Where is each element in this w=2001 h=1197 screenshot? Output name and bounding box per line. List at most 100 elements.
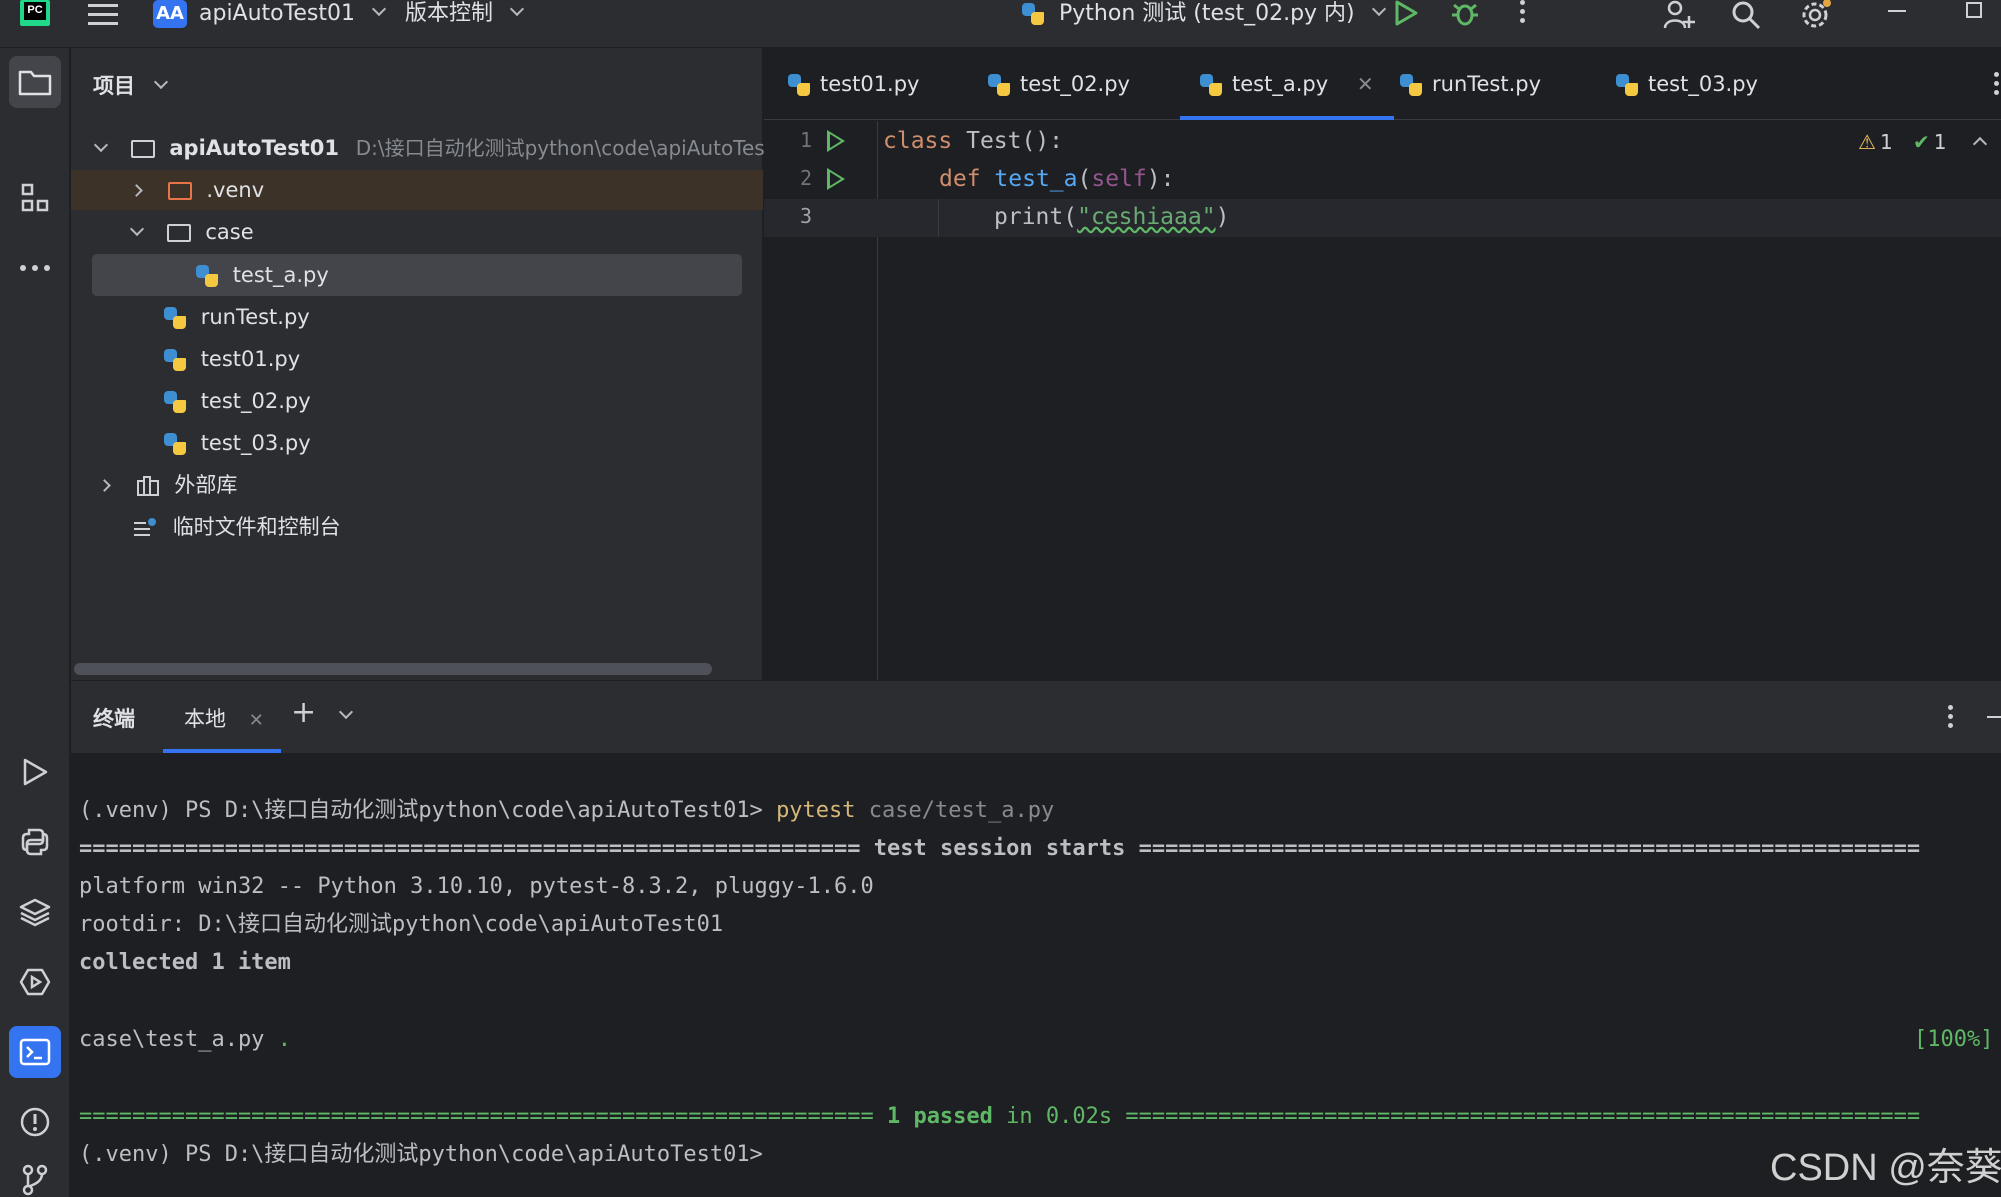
run-outline-icon	[23, 758, 48, 786]
services-icon	[19, 968, 51, 996]
tree-item-test02[interactable]: test_02.py	[164, 381, 311, 421]
python-file-icon	[788, 74, 810, 96]
run-gutter-icon[interactable]	[827, 130, 845, 152]
code-line-1[interactable]: class Test():	[883, 122, 1063, 160]
tab-test-a[interactable]: test_a.py ✕	[1180, 48, 1394, 120]
python-console-button[interactable]	[9, 816, 61, 868]
run-tool-button[interactable]	[9, 746, 61, 798]
python-console-icon	[21, 828, 49, 856]
tree-item-test01[interactable]: test01.py	[164, 339, 300, 379]
terminal-line-command: (.venv) PS D:\接口自动化测试python\code\apiAuto…	[79, 798, 1055, 823]
watermark: CSDN @奈葵	[1770, 1147, 2001, 1189]
line-number: 2	[800, 166, 813, 190]
python-file-icon	[1400, 74, 1422, 96]
terminal-title: 终端	[93, 707, 135, 731]
python-file-icon	[164, 349, 186, 371]
inspection-widget[interactable]: ⚠ 1 ✔ 1	[1858, 130, 1987, 154]
tree-item-venv[interactable]: .venv	[130, 170, 264, 210]
chevron-down-icon	[154, 74, 169, 90]
chevron-down-icon	[371, 1, 387, 17]
minimize-button[interactable]	[1888, 10, 1906, 12]
terminal-line-prompt: (.venv) PS D:\接口自动化测试python\code\apiAuto…	[79, 1142, 763, 1167]
tree-item-external-libs[interactable]: 外部库	[98, 465, 237, 505]
scratches-icon	[134, 518, 156, 536]
maximize-button[interactable]	[1966, 2, 1982, 18]
structure-tool-button[interactable]	[9, 172, 61, 224]
tab-runtest[interactable]: runTest.py	[1400, 48, 1541, 120]
terminal-icon	[19, 1038, 51, 1066]
hide-panel-button[interactable]	[1987, 716, 2001, 718]
terminal-options-icon[interactable]	[1948, 705, 1953, 729]
problems-tool-button[interactable]	[9, 1096, 61, 1148]
main-menu-icon[interactable]	[88, 2, 118, 26]
python-file-icon	[164, 433, 186, 455]
python-file-icon	[1616, 74, 1638, 96]
more-tools-button[interactable]	[9, 242, 61, 294]
python-icon	[1022, 3, 1044, 25]
project-selector[interactable]: apiAutoTest01	[199, 0, 387, 28]
close-tab-icon[interactable]: ✕	[1357, 72, 1374, 96]
project-tool-button[interactable]	[9, 56, 61, 108]
tree-item-test03[interactable]: test_03.py	[164, 423, 311, 463]
run-gutter-icon[interactable]	[827, 168, 845, 190]
chevron-down-icon	[509, 1, 525, 17]
code-line-2[interactable]: def test_a(self):	[939, 160, 1174, 198]
project-panel-header[interactable]: 项目	[93, 70, 169, 100]
problems-icon	[20, 1107, 50, 1137]
project-badge[interactable]: AA	[153, 0, 187, 28]
tab-overflow-icon[interactable]	[1994, 72, 1999, 96]
tree-item-scratches[interactable]: 临时文件和控制台	[132, 507, 341, 547]
warning-icon: ⚠	[1858, 130, 1876, 154]
new-terminal-icon[interactable]: +	[291, 695, 316, 730]
add-user-icon[interactable]	[1663, 0, 1695, 30]
services-tool-button[interactable]	[9, 956, 61, 1008]
current-line-highlight	[764, 199, 2001, 237]
tree-item-test-a[interactable]: test_a.py	[196, 255, 329, 295]
pycharm-logo-icon: PC	[20, 0, 50, 26]
tab-local-underline	[163, 749, 281, 753]
editor-tab-bar: test01.py test_02.py test_a.py ✕ runTest…	[764, 48, 2001, 120]
indent-guide	[938, 199, 939, 237]
folder-icon	[18, 70, 52, 96]
layers-icon	[19, 898, 51, 927]
search-icon[interactable]	[1731, 0, 1761, 30]
tree-item-case[interactable]: case	[129, 212, 254, 252]
folder-icon	[130, 140, 155, 158]
tab-local[interactable]: 本地 ✕	[184, 703, 264, 733]
git-tool-button[interactable]	[9, 1154, 61, 1197]
more-horizontal-icon	[20, 265, 50, 271]
tree-item-root[interactable]: apiAutoTest01 D:\接口自动化测试python\code\apiA…	[93, 128, 773, 168]
code-line-3[interactable]: print("ceshiaaa")	[994, 198, 1229, 236]
chevron-down-icon[interactable]	[338, 704, 354, 720]
line-number: 1	[800, 128, 813, 152]
tab-test02[interactable]: test_02.py	[988, 48, 1130, 120]
close-tab-icon[interactable]: ✕	[249, 710, 264, 731]
settings-gear-icon[interactable]	[1800, 0, 1832, 30]
more-actions-icon[interactable]	[1520, 0, 1526, 26]
tree-item-runtest[interactable]: runTest.py	[164, 297, 310, 337]
layers-tool-button[interactable]	[9, 886, 61, 938]
terminal-tool-button[interactable]	[9, 1026, 61, 1078]
chevron-down-icon	[1371, 1, 1386, 17]
terminal-line-session: ========================================…	[79, 836, 1921, 861]
tool-window-strip	[0, 48, 70, 1197]
chevron-down-icon	[129, 221, 145, 237]
chevron-up-icon[interactable]	[1972, 136, 1987, 152]
run-config-selector[interactable]: Python 测试 (test_02.py 内)	[1022, 0, 1386, 28]
debug-icon[interactable]	[1450, 0, 1480, 30]
typo-check-icon: ✔	[1913, 130, 1930, 154]
chevron-down-icon	[93, 137, 109, 153]
terminal-percent: [100%]	[1914, 1027, 1994, 1052]
project-horizontal-scrollbar[interactable]	[74, 663, 712, 675]
library-icon	[136, 476, 159, 496]
run-icon[interactable]	[1392, 0, 1420, 28]
git-branch-icon	[22, 1164, 48, 1196]
folder-icon	[166, 224, 191, 242]
tab-test03[interactable]: test_03.py	[1616, 48, 1758, 120]
chevron-right-icon	[98, 479, 111, 492]
line-number: 3	[800, 204, 813, 228]
vcs-menu[interactable]: 版本控制	[405, 0, 525, 28]
python-file-icon	[164, 307, 186, 329]
tab-test01[interactable]: test01.py	[788, 48, 919, 120]
terminal-line-result: case\test_a.py .	[79, 1027, 291, 1052]
